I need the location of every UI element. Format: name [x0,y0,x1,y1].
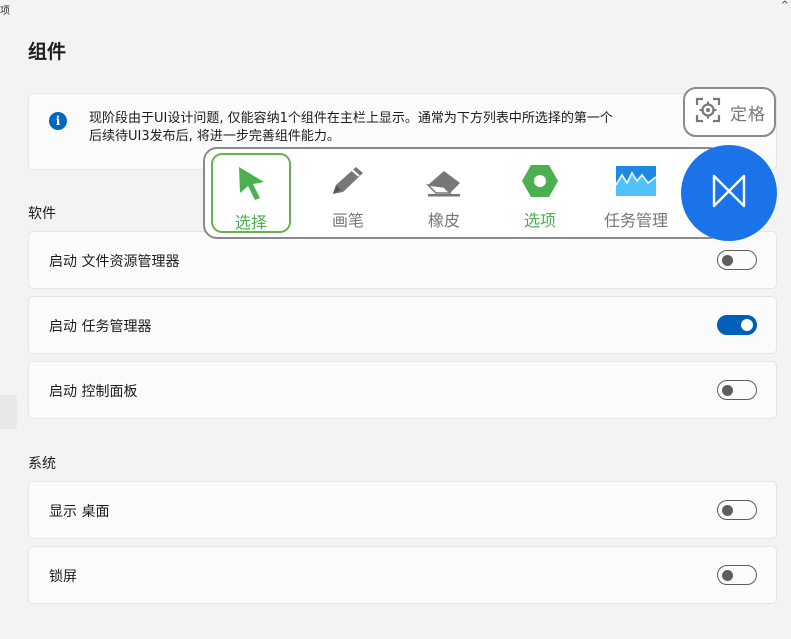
setting-row-show-desktop: 显示 桌面 [28,481,777,539]
toggle-switch[interactable] [717,500,757,520]
side-collapse-handle[interactable] [0,395,17,429]
setting-row-lock-screen: 锁屏 [28,546,777,604]
floating-toolbar: 选择 画笔 橡皮 选项 任务管理 [203,147,723,239]
task-manager-icon [615,163,657,203]
toggle-switch[interactable] [717,250,757,270]
hexagon-options-icon [521,163,559,203]
cursor-arrow-icon [234,165,268,205]
info-line-1: 现阶段由于UI设计问题, 仅能容纳1个组件在主栏上显示。通常为下方列表中所选择的… [89,111,613,126]
setting-label: 启动 控制面板 [49,384,138,400]
tool-label: 选择 [234,213,267,232]
tool-label: 任务管理 [603,211,668,230]
tool-label: 画笔 [331,211,364,230]
tool-label: 橡皮 [427,211,460,230]
locate-icon [694,96,722,128]
info-line-2: 后续待UI3发布后, 将进一步完善组件能力。 [89,129,340,144]
toggle-switch[interactable] [717,565,757,585]
locate-label: 定格 [730,104,766,125]
tool-select[interactable]: 选择 [211,153,291,233]
locate-button[interactable]: 定格 [683,87,776,137]
section-title-software: 软件 [28,206,56,222]
page-title: 组件 [28,41,67,63]
tool-task-manager[interactable]: 任务管理 [596,153,676,233]
toggle-switch[interactable] [717,315,757,335]
setting-label: 锁屏 [49,569,77,585]
setting-row-file-explorer: 启动 文件资源管理器 [28,231,777,289]
eraser-icon [424,163,464,203]
toggle-switch[interactable] [717,380,757,400]
setting-row-control-panel: 启动 控制面板 [28,361,777,419]
tool-label: 选项 [523,211,556,230]
toggle-knob [722,254,733,266]
window-corner-caret: ^ [780,0,789,11]
setting-row-task-manager: 启动 任务管理器 [28,296,777,354]
setting-label: 显示 桌面 [49,504,110,520]
window-corner-label: 项 [0,6,10,17]
bowtie-icon [711,173,747,213]
info-text: 现阶段由于UI设计问题, 仅能容纳1个组件在主栏上显示。通常为下方列表中所选择的… [89,110,613,146]
tool-options[interactable]: 选项 [500,153,580,233]
toggle-knob [722,384,733,396]
tool-eraser[interactable]: 橡皮 [404,153,484,233]
pen-icon [328,163,368,203]
setting-label: 启动 文件资源管理器 [49,254,180,270]
info-icon: i [49,112,67,130]
toggle-knob [722,569,733,581]
section-title-system: 系统 [28,456,56,472]
toggle-knob [741,319,753,331]
toggle-knob [722,504,733,516]
main-toggle-button[interactable] [681,145,777,241]
tool-pen[interactable]: 画笔 [308,153,388,233]
setting-label: 启动 任务管理器 [49,319,152,335]
